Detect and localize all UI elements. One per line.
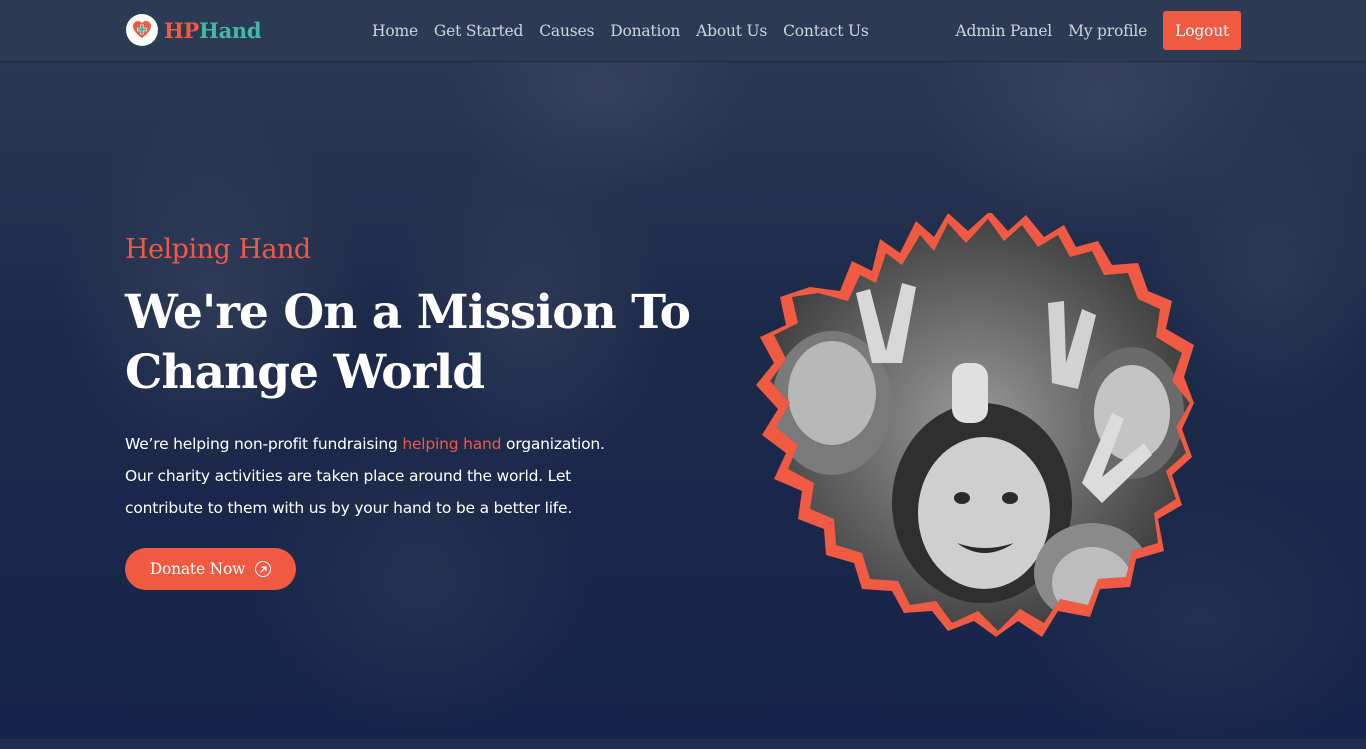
nav-user-actions: Admin Panel My profile Logout [955, 0, 1241, 61]
hero-children-image [752, 211, 1194, 637]
my-profile-link[interactable]: My profile [1068, 22, 1147, 40]
hero-section: Helping Hand We're On a Mission To Chang… [0, 61, 1366, 739]
hero-title-line-2: Change World [125, 345, 485, 400]
brand-logo-link[interactable]: HPHand [126, 14, 262, 46]
hero-desc-text-1: We’re helping non-profit fundraising [125, 435, 403, 453]
nav-link-donation[interactable]: Donation [610, 22, 680, 40]
nav-link-get-started[interactable]: Get Started [434, 22, 524, 40]
hero-subtitle: Helping Hand [125, 234, 311, 265]
admin-panel-link[interactable]: Admin Panel [955, 22, 1052, 40]
hero-title-line-1: We're On a Mission To [125, 285, 691, 340]
hero-title: We're On a Mission To Change World [125, 283, 725, 403]
arrow-up-right-circle-icon [255, 561, 272, 577]
heart-cross-icon [126, 14, 158, 46]
nav-link-causes[interactable]: Causes [539, 22, 594, 40]
nav-link-about-us[interactable]: About Us [696, 22, 767, 40]
brand-name: HPHand [164, 17, 262, 43]
hero-description: We’re helping non-profit fundraising hel… [125, 428, 625, 524]
logout-button[interactable]: Logout [1163, 11, 1241, 50]
nav-link-contact-us[interactable]: Contact Us [783, 22, 869, 40]
nav-link-home[interactable]: Home [372, 22, 418, 40]
hero-desc-highlight: helping hand [402, 435, 502, 453]
hero-bottom-strip [0, 739, 1366, 749]
donate-now-button[interactable]: Donate Now [125, 548, 296, 590]
donate-now-label: Donate Now [149, 560, 246, 578]
main-nav: Home Get Started Causes Donation About U… [372, 0, 869, 61]
top-navbar: HPHand Home Get Started Causes Donation … [0, 0, 1366, 61]
